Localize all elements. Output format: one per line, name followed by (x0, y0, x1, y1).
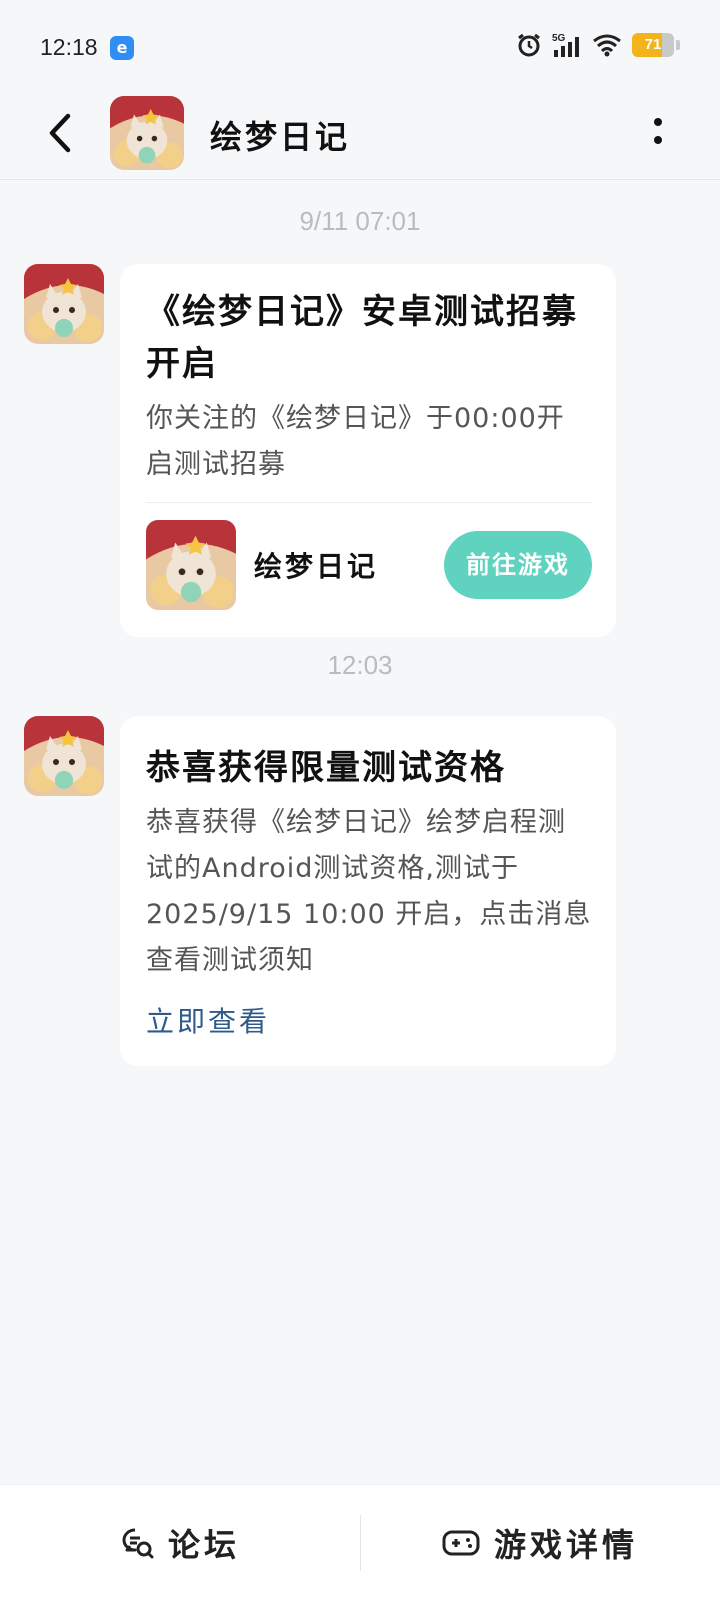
cat-character-avatar-icon (24, 716, 104, 796)
sender-avatar[interactable] (24, 264, 104, 344)
forum-chat-icon (122, 1528, 154, 1558)
game-row: 绘梦日记 前往游戏 (146, 515, 592, 615)
game-avatar[interactable] (110, 96, 184, 170)
game-details-tab[interactable]: 游戏详情 (360, 1485, 720, 1600)
svg-text:5G: 5G (552, 33, 566, 44)
message-timestamp: 12:03 (327, 650, 393, 680)
signal-5g-icon: 5G (552, 32, 582, 58)
page-title: 绘梦日记 (210, 118, 351, 156)
message-timestamp: 9/11 07:01 (299, 206, 421, 236)
forum-tab[interactable]: 论坛 (0, 1485, 360, 1600)
bottom-bar: 论坛 游戏详情 (0, 1484, 720, 1600)
sender-avatar[interactable] (24, 716, 104, 796)
battery-indicator: 71 (632, 33, 674, 57)
more-vertical-icon (654, 118, 662, 144)
message-body: 恭喜获得《绘梦日记》绘梦启程测试的Android测试资格,测试于2025/9/1… (146, 807, 592, 976)
status-time: 12:18 (40, 34, 98, 60)
message-title: 恭喜获得限量测试资格 (146, 748, 506, 788)
battery-tip (676, 40, 680, 50)
bottom-divider (360, 1515, 361, 1571)
game-details-tab-label: 游戏详情 (493, 1525, 638, 1564)
battery-level-text: 71 (644, 36, 662, 53)
game-name: 绘梦日记 (254, 550, 379, 583)
cat-character-avatar-icon (110, 96, 184, 170)
wifi-icon (592, 33, 622, 57)
card-divider (146, 502, 592, 503)
more-options-button[interactable] (648, 112, 668, 152)
message-body: 你关注的《绘梦日记》于00:00开启测试招募 (146, 403, 565, 480)
view-now-link[interactable]: 立即查看 (146, 1000, 592, 1040)
back-arrow-icon (49, 113, 71, 153)
browser-notification-icon: e (110, 36, 134, 60)
game-thumbnail[interactable] (146, 520, 236, 610)
forum-tab-label: 论坛 (167, 1525, 240, 1564)
cat-character-avatar-icon (146, 520, 236, 610)
chat-header: 绘梦日记 (0, 90, 720, 180)
gamepad-icon (442, 1530, 480, 1555)
message-card[interactable]: 《绘梦日记》安卓测试招募开启 你关注的《绘梦日记》于00:00开启测试招募 绘梦… (120, 264, 616, 637)
goto-game-button[interactable]: 前往游戏 (444, 531, 592, 599)
back-button[interactable] (40, 110, 86, 156)
message-card[interactable]: 恭喜获得限量测试资格 恭喜获得《绘梦日记》绘梦启程测试的Android测试资格,… (120, 716, 616, 1066)
status-bar: 12:18 e 5G 71 (0, 0, 720, 90)
cat-character-avatar-icon (24, 264, 104, 344)
message-title: 《绘梦日记》安卓测试招募开启 (146, 292, 578, 384)
status-indicators: 5G 71 (516, 32, 680, 58)
alarm-icon (516, 32, 542, 58)
